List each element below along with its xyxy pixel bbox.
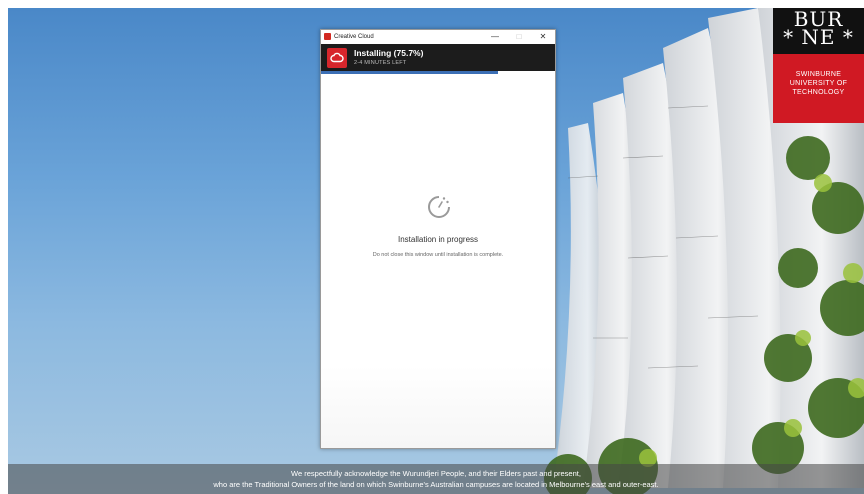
acknowledgement-line-1: We respectfully acknowledge the Wurundje… — [291, 469, 581, 478]
install-content: Installation in progress Do not close th… — [321, 74, 555, 448]
logo-line-2: UNIVERSITY OF — [789, 80, 848, 87]
logo-mid-text: * NE * — [783, 25, 854, 49]
logo-line-3: TECHNOLOGY — [792, 89, 845, 96]
time-remaining: 2-4 MINUTES LEFT — [354, 60, 407, 66]
install-header: Installing (75.7%) 2-4 MINUTES LEFT — [321, 44, 555, 71]
loading-clock-icon — [428, 196, 450, 218]
swinburne-logo: BUR * NE * SWINBURNE UNIVERSITY OF TECHN… — [773, 8, 864, 123]
minimize-button[interactable]: — — [483, 30, 507, 44]
installation-note: Do not close this window until installat… — [372, 252, 504, 258]
window-title: Creative Cloud — [334, 34, 374, 40]
close-button[interactable]: ✕ — [531, 30, 555, 44]
logo-line-1: SWINBURNE — [795, 71, 842, 78]
title-bar[interactable]: Creative Cloud — □ ✕ — [321, 30, 555, 44]
creative-cloud-icon — [327, 48, 347, 68]
acknowledgement-banner: We respectfully acknowledge the Wurundje… — [8, 464, 864, 494]
creative-cloud-small-icon — [324, 33, 331, 40]
creative-cloud-window: Creative Cloud — □ ✕ Installing (75.7%) … — [320, 29, 556, 449]
acknowledgement-line-2: who are the Traditional Owners of the la… — [213, 480, 659, 489]
install-status: Installing (75.7%) — [354, 48, 424, 58]
maximize-button[interactable]: □ — [507, 30, 531, 44]
installation-heading: Installation in progress — [397, 235, 479, 244]
